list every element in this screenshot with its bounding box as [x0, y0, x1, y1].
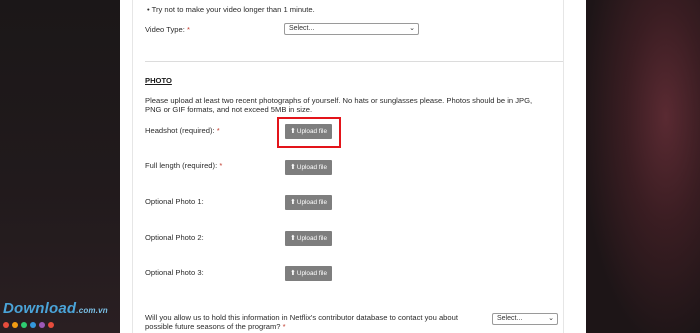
video-tip-text: Try not to make your video longer than 1… [151, 5, 315, 14]
full-length-label: Full length (required): * [145, 161, 222, 170]
full-length-upload-button[interactable]: ⬆Upload file [285, 160, 332, 175]
headshot-label: Headshot (required): * [145, 126, 220, 135]
chevron-down-icon: ⌄ [409, 25, 415, 32]
upload-icon: ⬆ [289, 128, 296, 135]
headshot-label-text: Headshot (required): [145, 126, 215, 135]
watermark-dots [3, 322, 54, 328]
video-tip: • Try not to make your video longer than… [147, 5, 315, 14]
upload-label: Upload file [296, 199, 328, 206]
watermark-dot [12, 322, 18, 328]
section-divider [145, 61, 563, 62]
upload-label: Upload file [296, 235, 328, 242]
headshot-upload-button[interactable]: ⬆Upload file [285, 124, 332, 139]
optional-photo-3-upload-button[interactable]: ⬆Upload file [285, 266, 332, 281]
optional-photo-1-label: Optional Photo 1: [145, 197, 204, 206]
upload-label: Upload file [296, 164, 328, 171]
video-type-select[interactable]: Select... ⌄ [284, 23, 419, 35]
consent-select-value: Select... [497, 315, 523, 322]
optional-photo-1-upload-button[interactable]: ⬆Upload file [285, 195, 332, 210]
video-type-label-text: Video Type: [145, 25, 185, 34]
optional-photo-1-label-text: Optional Photo 1: [145, 197, 204, 206]
required-mark: * [282, 322, 286, 332]
upload-label: Upload file [296, 128, 328, 135]
required-mark: * [219, 161, 223, 170]
required-mark: * [186, 25, 190, 34]
watermark-suffix: .com.vn [76, 306, 108, 315]
optional-photo-2-label-text: Optional Photo 2: [145, 233, 204, 242]
optional-photo-2-upload-button[interactable]: ⬆Upload file [285, 231, 332, 246]
background-right [586, 0, 700, 333]
photo-instructions: Please upload at least two recent photog… [145, 96, 533, 115]
watermark-dot [39, 322, 45, 328]
required-mark: * [216, 126, 220, 135]
watermark-text: Download [3, 300, 77, 317]
optional-photo-3-label-text: Optional Photo 3: [145, 268, 204, 277]
consent-select[interactable]: Select... ⌄ [492, 313, 558, 325]
watermark-logo: Download.com.vn [3, 300, 108, 317]
video-type-select-value: Select... [289, 25, 315, 32]
video-type-label: Video Type: * [145, 25, 190, 34]
chevron-down-icon: ⌄ [548, 315, 554, 322]
photo-heading: PHOTO [145, 76, 172, 85]
watermark-dot [30, 322, 36, 328]
watermark-dot [21, 322, 27, 328]
full-length-label-text: Full length (required): [145, 161, 218, 170]
panel-edge-left [132, 0, 133, 333]
background-left [0, 0, 120, 333]
upload-icon: ⬆ [289, 235, 296, 242]
watermark-dot [3, 322, 9, 328]
optional-photo-3-label: Optional Photo 3: [145, 268, 204, 277]
consent-question-text: Will you allow us to hold this informati… [145, 313, 458, 332]
upload-icon: ⬆ [289, 270, 296, 277]
upload-icon: ⬆ [289, 199, 296, 206]
watermark-dot [48, 322, 54, 328]
upload-label: Upload file [296, 270, 328, 277]
upload-icon: ⬆ [289, 164, 296, 171]
optional-photo-2-label: Optional Photo 2: [145, 233, 204, 242]
form-panel: • Try not to make your video longer than… [120, 0, 586, 333]
panel-edge-right [563, 0, 564, 333]
consent-question: Will you allow us to hold this informati… [145, 313, 485, 332]
